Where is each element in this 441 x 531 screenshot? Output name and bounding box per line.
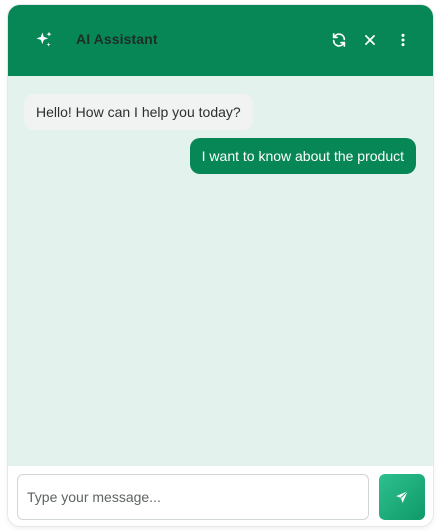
chat-widget: AI Assistant Hello! How can I help you t… xyxy=(8,5,433,526)
message-list[interactable]: Hello! How can I help you today? I want … xyxy=(8,76,433,466)
send-button[interactable] xyxy=(379,474,425,520)
chat-title: AI Assistant xyxy=(76,31,158,47)
refresh-icon[interactable] xyxy=(327,28,351,52)
composer xyxy=(8,466,433,526)
user-message: I want to know about the product xyxy=(189,138,416,174)
close-icon[interactable] xyxy=(358,28,382,52)
send-icon xyxy=(395,490,409,504)
more-vertical-icon[interactable] xyxy=(391,28,415,52)
sparkles-icon xyxy=(32,28,56,52)
message-input[interactable] xyxy=(17,474,369,520)
assistant-message: Hello! How can I help you today? xyxy=(24,94,253,130)
chat-header: AI Assistant xyxy=(8,5,433,76)
